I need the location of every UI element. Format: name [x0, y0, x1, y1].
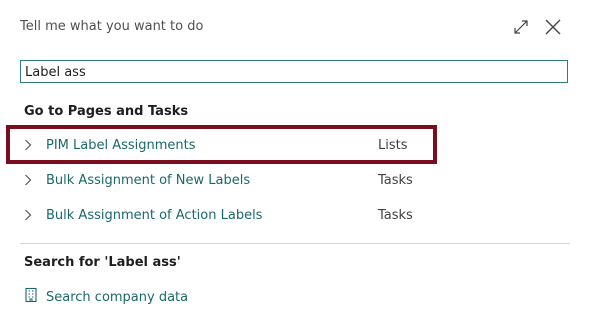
result-item-bulk-assignment-new-labels[interactable]: Bulk Assignment of New Labels Tasks — [14, 164, 438, 196]
chevron-right-icon — [24, 209, 40, 221]
result-item-label: Bulk Assignment of New Labels — [46, 172, 251, 188]
result-item-label: PIM Label Assignments — [46, 137, 196, 153]
section-heading-search-for: Search for 'Label ass' — [24, 255, 181, 270]
close-icon[interactable] — [542, 16, 564, 38]
result-item-label: Bulk Assignment of Action Labels — [46, 207, 263, 223]
result-item-pim-label-assignments[interactable]: PIM Label Assignments Lists — [14, 129, 438, 161]
chevron-right-icon — [24, 174, 40, 186]
divider — [20, 243, 570, 244]
search-company-data-link[interactable]: Search company data — [24, 287, 188, 307]
search-input[interactable] — [21, 62, 567, 83]
search-company-data-label: Search company data — [46, 289, 189, 305]
building-icon — [24, 287, 38, 307]
result-item-bulk-assignment-action-labels[interactable]: Bulk Assignment of Action Labels Tasks — [14, 199, 438, 231]
result-item-category: Tasks — [378, 172, 413, 188]
result-item-category: Lists — [378, 137, 408, 153]
section-heading-pages-tasks: Go to Pages and Tasks — [24, 104, 189, 119]
dialog-title: Tell me what you want to do — [20, 19, 204, 34]
result-item-category: Tasks — [378, 207, 413, 223]
expand-icon[interactable] — [510, 16, 532, 38]
search-field-container — [20, 60, 568, 83]
chevron-right-icon — [24, 139, 40, 151]
